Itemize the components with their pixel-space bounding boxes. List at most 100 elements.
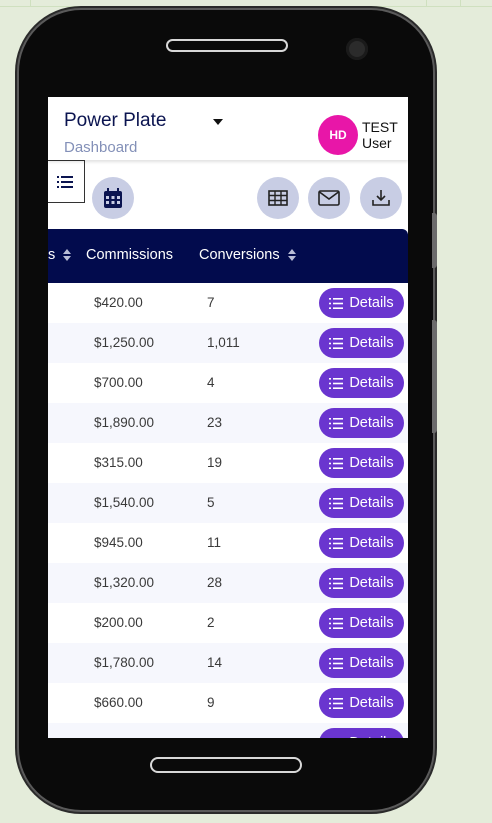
table-icon (268, 190, 288, 206)
list-icon (329, 297, 344, 309)
column-header-label: s (48, 247, 56, 263)
list-icon (329, 617, 344, 629)
calendar-icon (104, 188, 122, 208)
conversions-cell: 14 (207, 655, 223, 670)
commission-cell: $700.00 (94, 375, 143, 390)
list-view-button[interactable] (48, 160, 85, 203)
details-label: Details (349, 415, 394, 431)
mail-icon (318, 190, 340, 206)
table-row: $200.00 2 Details (48, 603, 408, 643)
table-row: $1,890.00 23 Details (48, 403, 408, 443)
sort-icon (287, 249, 296, 262)
details-button[interactable]: Details (319, 288, 404, 318)
table-view-button[interactable] (257, 177, 299, 219)
details-button[interactable]: Details (319, 728, 404, 738)
commission-cell: $945.00 (94, 535, 143, 550)
column-header-label: Conversions (199, 247, 280, 263)
column-header-partial[interactable]: s (48, 247, 72, 263)
phone-camera (346, 38, 368, 60)
download-icon (372, 190, 390, 206)
user-name[interactable]: TEST User (362, 119, 398, 151)
details-label: Details (349, 615, 394, 631)
details-button[interactable]: Details (319, 488, 404, 518)
commission-cell: $200.00 (94, 615, 143, 630)
table-header: s Commissions Conversions (48, 229, 408, 283)
list-icon (329, 497, 344, 509)
commission-cell: $1,250.00 (94, 335, 155, 350)
app-screen: Power Plate Dashboard HD TEST User s Com… (48, 97, 408, 738)
table-row: $1,250.00 1,011 Details (48, 323, 408, 363)
download-button[interactable] (360, 177, 402, 219)
conversions-cell: 5 (207, 495, 215, 510)
conversions-cell: 4 (207, 375, 215, 390)
avatar[interactable]: HD (318, 115, 358, 155)
commission-cell: $1,540.00 (94, 495, 155, 510)
conversions-cell: 23 (207, 415, 223, 430)
breadcrumb[interactable]: Dashboard (64, 139, 137, 156)
table-row: $420.00 7 Details (48, 283, 408, 323)
power-button (432, 320, 437, 433)
chevron-down-icon[interactable] (213, 119, 223, 125)
table-row: $1,540.00 5 Details (48, 483, 408, 523)
conversions-cell: 2 (207, 615, 215, 630)
commission-cell: $660.00 (94, 695, 143, 710)
details-label: Details (349, 575, 394, 591)
details-label: Details (349, 335, 394, 351)
list-icon (329, 697, 344, 709)
table-row: $1,780.00 14 Details (48, 643, 408, 683)
list-icon (329, 417, 344, 429)
commission-cell: $315.00 (94, 455, 143, 470)
column-header-conversions[interactable]: Conversions (199, 247, 296, 263)
list-icon (56, 175, 73, 188)
details-label: Details (349, 495, 394, 511)
user-name-line1: TEST (362, 119, 398, 135)
conversions-cell: 19 (207, 455, 223, 470)
conversions-cell: 9 (207, 695, 215, 710)
details-label: Details (349, 295, 394, 311)
brand-selector-label[interactable]: Power Plate (64, 110, 166, 132)
calendar-button[interactable] (92, 177, 134, 219)
list-icon (329, 577, 344, 589)
volume-button (432, 213, 437, 268)
details-button[interactable]: Details (319, 648, 404, 678)
sort-icon (63, 249, 72, 262)
details-button[interactable]: Details (319, 568, 404, 598)
list-icon (329, 337, 344, 349)
conversions-cell: 1,011 (207, 335, 240, 350)
conversions-cell: 11 (207, 535, 222, 550)
details-label: Details (349, 735, 393, 738)
toolbar (48, 160, 408, 230)
details-button[interactable]: Details (319, 408, 404, 438)
background-grid (0, 0, 492, 7)
app-header: Power Plate Dashboard HD TEST User (48, 97, 408, 160)
details-button[interactable]: Details (319, 688, 404, 718)
details-label: Details (349, 455, 394, 471)
commission-cell: $1,320.00 (94, 575, 155, 590)
phone-home-bar[interactable] (150, 757, 302, 773)
list-icon (329, 657, 344, 669)
list-icon (329, 537, 344, 549)
list-icon (329, 377, 344, 389)
table-row: $660.00 9 Details (48, 683, 408, 723)
table-body: $420.00 7 Details $1,250.00 1,011 Details $700… (48, 283, 408, 738)
commission-cell: $1,780.00 (94, 655, 155, 670)
details-label: Details (349, 375, 394, 391)
details-button[interactable]: Details (319, 448, 404, 478)
email-button[interactable] (308, 177, 350, 219)
details-label: Details (349, 655, 394, 671)
details-button[interactable]: Details (319, 608, 404, 638)
conversions-cell: 7 (207, 295, 215, 310)
user-name-line2: User (362, 135, 392, 151)
phone-speaker (166, 39, 288, 52)
table-row: $315.00 19 Details (48, 443, 408, 483)
table-row: $700.00 4 Details (48, 363, 408, 403)
details-button[interactable]: Details (319, 368, 404, 398)
table-row: $1,320.00 28 Details (48, 563, 408, 603)
list-icon (329, 737, 344, 738)
details-label: Details (349, 695, 394, 711)
details-button[interactable]: Details (319, 328, 404, 358)
conversions-cell: 28 (207, 575, 223, 590)
commission-cell: $420.00 (94, 295, 143, 310)
details-button[interactable]: Details (319, 528, 404, 558)
column-header-commissions[interactable]: Commissions (86, 247, 173, 263)
